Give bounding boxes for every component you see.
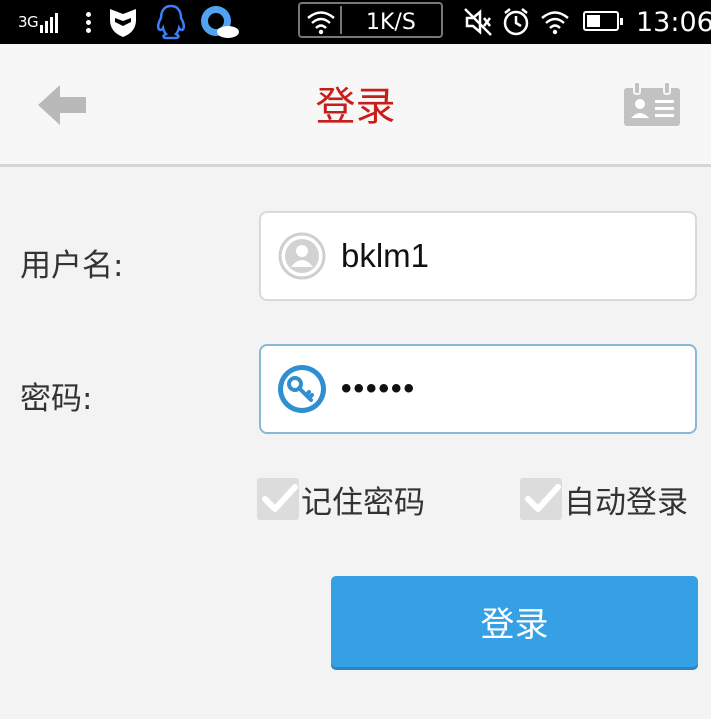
remember-password-checkbox[interactable]: 记住密码 <box>257 476 425 522</box>
signal-icon <box>40 11 59 33</box>
wifi-icon <box>539 0 571 44</box>
key-icon <box>278 365 326 413</box>
remember-password-label: 记住密码 <box>301 484 425 521</box>
login-button[interactable]: 登录 <box>331 576 698 667</box>
password-value: •••••• <box>341 372 417 405</box>
id-card-icon <box>624 81 680 126</box>
user-icon <box>278 232 326 280</box>
cell-signal: 3G <box>18 0 59 44</box>
mute-icon <box>462 0 494 44</box>
clock: 13:06 <box>636 0 711 44</box>
alarm-icon <box>502 0 530 44</box>
wifi-icon <box>306 0 336 44</box>
qq-icon <box>154 0 188 44</box>
battery-icon <box>583 11 623 31</box>
username-label: 用户名: <box>20 248 124 284</box>
checkbox-icon <box>520 478 562 520</box>
net-speed: 1K/S <box>366 0 416 44</box>
status-bar: 3G 1K/S 13:06 <box>0 0 711 44</box>
auto-login-label: 自动登录 <box>564 484 688 521</box>
password-field[interactable]: •••••• <box>259 344 697 434</box>
auto-login-checkbox[interactable]: 自动登录 <box>520 476 688 522</box>
browser-icon <box>198 0 240 44</box>
id-card-button[interactable] <box>622 80 682 128</box>
net-speed-divider <box>340 6 342 34</box>
username-value: bklm1 <box>341 237 430 274</box>
password-label: 密码: <box>20 381 93 417</box>
checkbox-icon <box>257 478 299 520</box>
login-button-label: 登录 <box>480 605 549 645</box>
page-title: 登录 <box>315 84 396 130</box>
shield-icon <box>108 0 138 44</box>
net-speed-text: 1K/S <box>366 9 416 35</box>
network-type: 3G <box>18 13 39 31</box>
username-field[interactable]: bklm1 <box>259 211 697 301</box>
menu-dots-icon <box>86 0 91 44</box>
clock-text: 13:06 <box>636 6 711 38</box>
title-bar: 登录 <box>0 44 711 167</box>
